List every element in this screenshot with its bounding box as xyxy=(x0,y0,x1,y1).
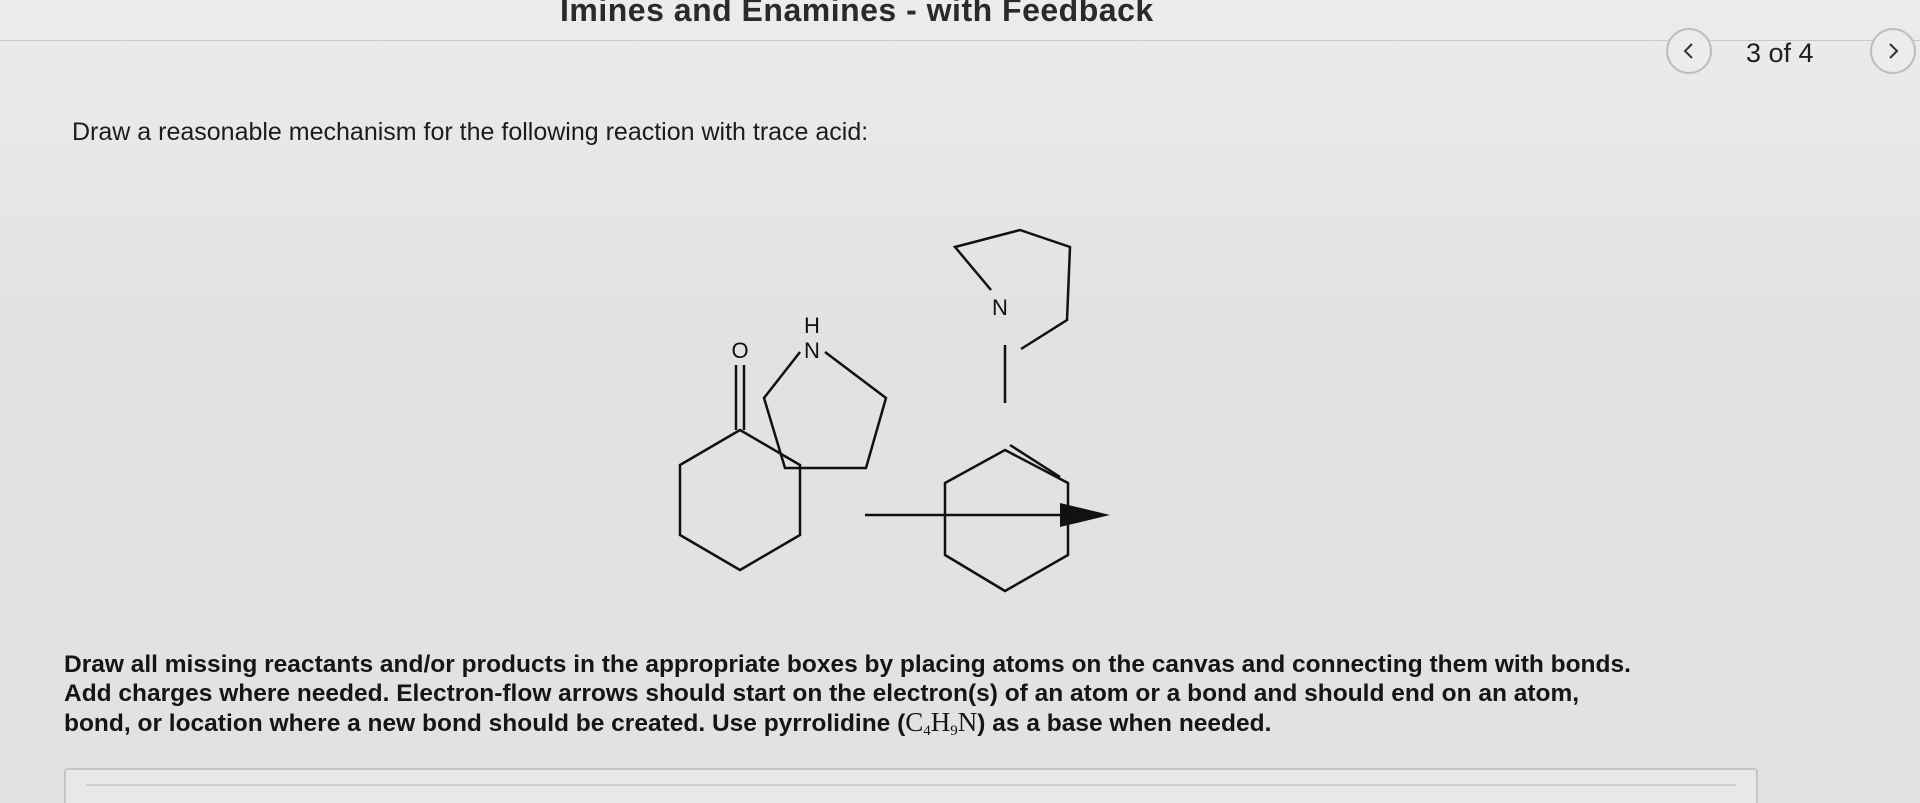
enamine-nitrogen-label: N xyxy=(992,295,1008,320)
amine-hydrogen-label: H xyxy=(804,313,820,338)
header-divider xyxy=(0,40,1920,41)
drawing-canvas-toolbar[interactable] xyxy=(86,784,1736,803)
carbonyl-oxygen-label: O xyxy=(731,338,748,363)
header: Imines and Enamines - with Feedback 3 of… xyxy=(0,0,1920,90)
instructions-line-3: bond, or location where a new bond shoul… xyxy=(64,708,1864,746)
enamine-product-structure xyxy=(943,228,1072,593)
chevron-left-icon xyxy=(1683,43,1693,59)
question-counter: 3 of 4 xyxy=(1746,38,1814,68)
chevron-right-icon xyxy=(1889,43,1899,59)
pyrrolidine-formula: C4H9N xyxy=(905,707,978,740)
mechanism-drawing-area[interactable] xyxy=(64,768,1758,803)
pager: 3 of 4 xyxy=(1660,20,1920,80)
reaction-arrow xyxy=(865,503,1110,527)
instructions-line-2: Add charges where needed. Electron-flow … xyxy=(64,680,1580,707)
question-instructions: Draw all missing reactants and/or produc… xyxy=(64,650,1864,746)
instructions-line-3-end: ) as a base when needed. xyxy=(977,710,1272,737)
instructions-line-3-start: bond, or location where a new bond shoul… xyxy=(64,710,906,737)
next-question-button[interactable] xyxy=(1870,28,1916,74)
instructions-line-1: Draw all missing reactants and/or produc… xyxy=(64,651,1631,678)
reaction-scheme: O H N N xyxy=(678,228,1110,593)
pyrrolidine-reagent-structure xyxy=(762,351,888,470)
question-prompt: Draw a reasonable mechanism for the foll… xyxy=(72,118,869,146)
assignment-title: Imines and Enamines - with Feedback xyxy=(560,0,1154,28)
page: Imines and Enamines - with Feedback 3 of… xyxy=(0,0,1920,803)
previous-question-button[interactable] xyxy=(1666,28,1712,74)
cyclohexanone-structure xyxy=(678,365,802,572)
amine-nitrogen-label: N xyxy=(804,338,820,363)
